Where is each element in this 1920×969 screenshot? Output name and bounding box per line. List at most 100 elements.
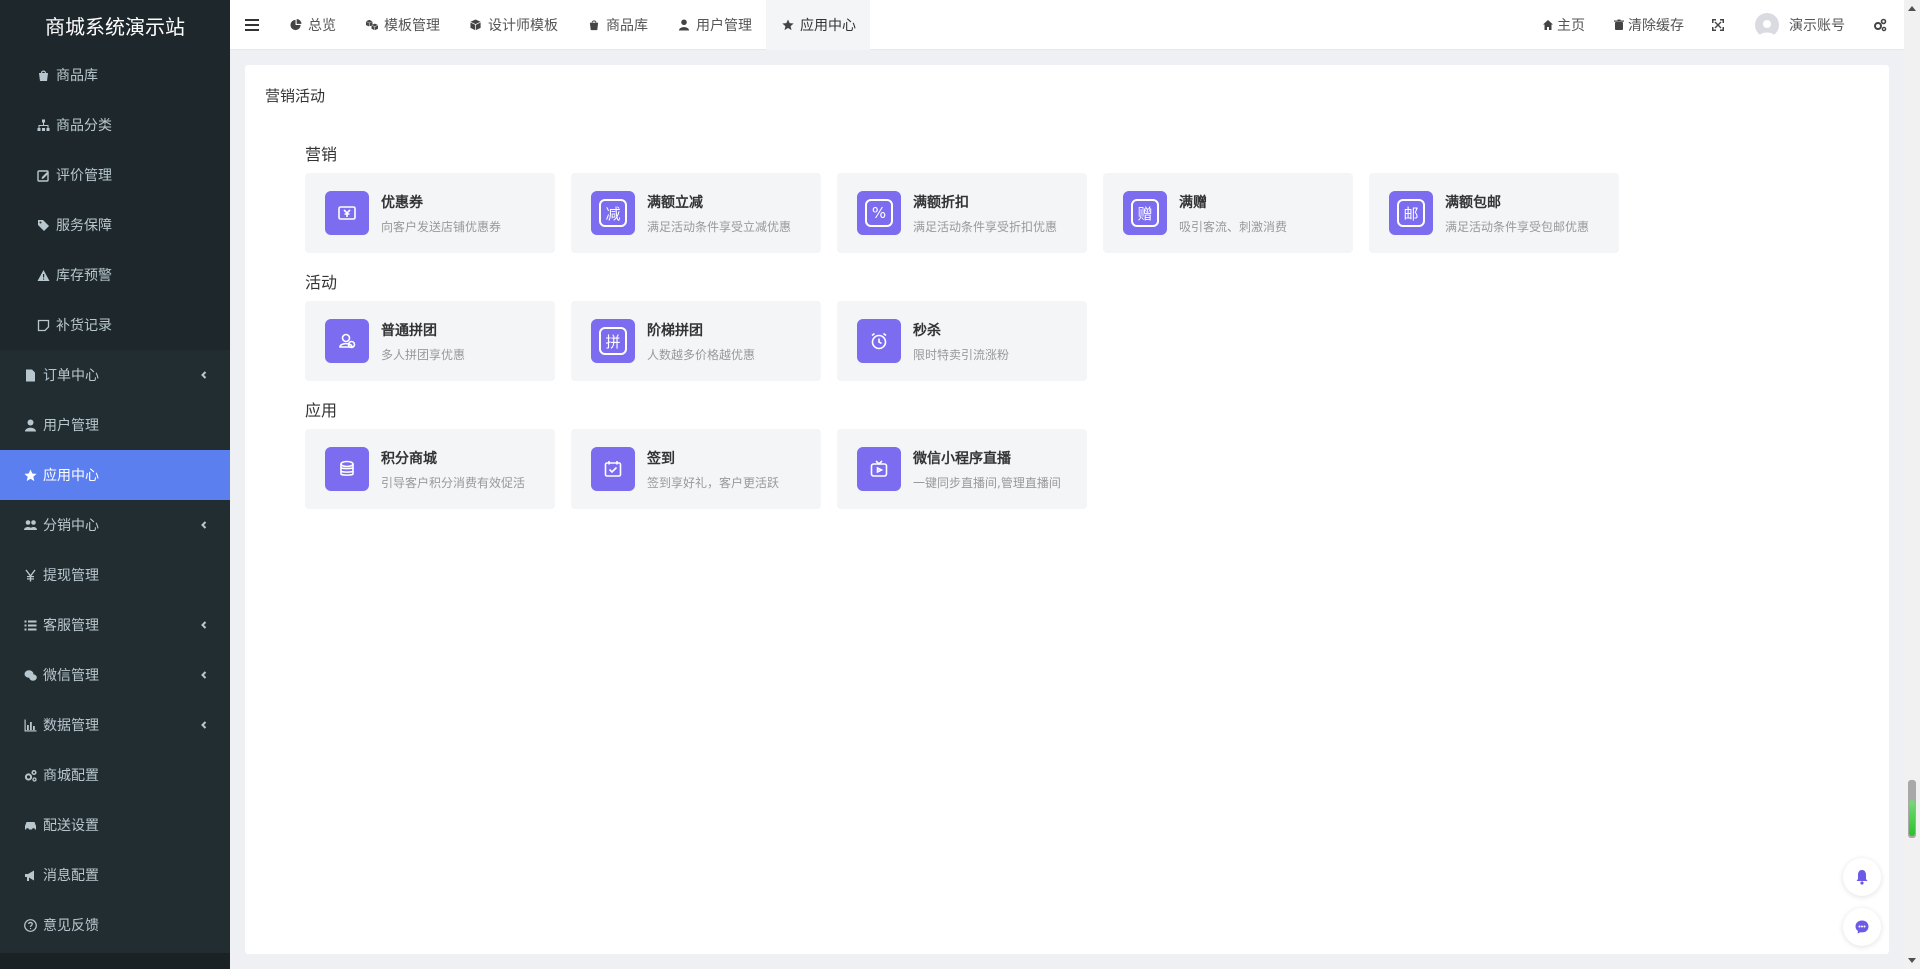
card-description: 满足活动条件享受立减优惠 bbox=[647, 219, 792, 234]
sidebar-item-label: 意见反馈 bbox=[43, 918, 99, 934]
sidebar-item-label: 分销中心 bbox=[43, 518, 99, 534]
tab-2[interactable]: 设计师模板 bbox=[454, 0, 572, 50]
menu-toggle-button[interactable] bbox=[230, 0, 274, 50]
ladder-group-icon: 拼 bbox=[591, 319, 635, 363]
card-title: 签到 bbox=[647, 450, 675, 467]
sidebar-item-3[interactable]: 服务保障 bbox=[0, 200, 230, 250]
sidebar-item-label: 库存预警 bbox=[56, 268, 112, 284]
card-description: 满足活动条件享受折扣优惠 bbox=[913, 219, 1058, 234]
app-card-0-3[interactable]: 赠满赠 吸引客流、刺激消费 bbox=[1103, 173, 1353, 253]
sidebar-item-label: 提现管理 bbox=[43, 568, 99, 584]
sidebar-item-11[interactable]: 客服管理 bbox=[0, 600, 230, 650]
sidebar-item-label: 数据管理 bbox=[43, 718, 99, 734]
sidebar-item-4[interactable]: 库存预警 bbox=[0, 250, 230, 300]
sidebar-item-14[interactable]: 商城配置 bbox=[0, 750, 230, 800]
chevron-left-icon bbox=[198, 369, 210, 381]
sidebar-item-15[interactable]: 配送设置 bbox=[0, 800, 230, 850]
checkin-icon bbox=[591, 447, 635, 491]
card-description: 吸引客流、刺激消费 bbox=[1179, 219, 1288, 234]
app-card-2-2[interactable]: 微信小程序直播 一键同步直播间,管理直播间 bbox=[837, 429, 1087, 509]
card-text: 微信小程序直播 一键同步直播间,管理直播间 bbox=[913, 448, 1061, 491]
card-description: 限时特卖引流涨粉 bbox=[913, 347, 1010, 362]
chart-icon bbox=[21, 716, 39, 734]
page-scrollbar[interactable] bbox=[1904, 0, 1920, 969]
sidebar-item-label: 补货记录 bbox=[56, 318, 112, 334]
app-card-2-1[interactable]: 签到签到享好礼，客户更活跃 bbox=[571, 429, 821, 509]
tab-0[interactable]: 总览 bbox=[274, 0, 350, 50]
card-title: 普通拼团 bbox=[381, 322, 437, 339]
chevron-left-icon bbox=[198, 719, 210, 731]
sidebar-nav: 商品库商品分类评价管理服务保障库存预警补货记录订单中心 用户管理 应用中心分销中心提… bbox=[0, 50, 230, 950]
app-card-0-1[interactable]: 减满额立减 满足活动条件享受立减优惠 bbox=[571, 173, 821, 253]
scroll-down-icon[interactable] bbox=[1908, 958, 1916, 963]
card-text: 阶梯拼团 人数越多价格越优惠 bbox=[647, 320, 755, 363]
app-card-1-2[interactable]: 秒杀 限时特卖引流涨粉 bbox=[837, 301, 1087, 381]
trash-icon bbox=[1614, 19, 1624, 30]
header-actions: 主页 清除缓存 演示账号 bbox=[1528, 0, 1904, 50]
home-link[interactable]: 主页 bbox=[1528, 0, 1599, 50]
sidebar-item-label: 评价管理 bbox=[56, 168, 112, 184]
account-menu[interactable]: 演示账号 bbox=[1741, 0, 1859, 50]
sidebar-item-16[interactable]: 消息配置 bbox=[0, 850, 230, 900]
tab-label: 应用中心 bbox=[800, 17, 856, 34]
card-description: 多人拼团享优惠 bbox=[381, 347, 466, 362]
tab-1[interactable]: 模板管理 bbox=[350, 0, 454, 50]
tab-5[interactable]: 应用中心 bbox=[766, 0, 870, 50]
tab-4[interactable]: 用户管理 bbox=[662, 0, 766, 50]
sidebar-item-9[interactable]: 分销中心 bbox=[0, 500, 230, 550]
notification-button[interactable] bbox=[1843, 858, 1881, 896]
home-icon bbox=[1543, 19, 1553, 30]
clear-cache-label: 清除缓存 bbox=[1628, 17, 1684, 34]
home-label: 主页 bbox=[1557, 17, 1585, 34]
sidebar-item-label: 客服管理 bbox=[43, 618, 99, 634]
note-icon bbox=[34, 316, 52, 334]
sidebar-item-6[interactable]: 订单中心 bbox=[0, 350, 230, 400]
sidebar-item-13[interactable]: 数据管理 bbox=[0, 700, 230, 750]
page-tabs: 总览 模板管理 设计师模板 商品库 用户管理 应用中心 bbox=[274, 0, 870, 50]
sidebar-item-label: 商品库 bbox=[56, 68, 98, 84]
card-description: 向客户发送店铺优惠券 bbox=[381, 219, 502, 234]
cubes-icon bbox=[364, 17, 380, 33]
user-icon bbox=[21, 416, 39, 434]
fullscreen-button[interactable] bbox=[1698, 0, 1741, 50]
percent-icon: % bbox=[857, 191, 901, 235]
scroll-up-icon[interactable] bbox=[1908, 6, 1916, 11]
star-icon bbox=[780, 17, 796, 33]
app-card-0-0[interactable]: 优惠券 向客户发送店铺优惠券 bbox=[305, 173, 555, 253]
settings-button[interactable] bbox=[1859, 0, 1904, 50]
tab-label: 用户管理 bbox=[696, 17, 752, 34]
sidebar-item-0[interactable]: 商品库 bbox=[0, 50, 230, 100]
cube-icon bbox=[468, 17, 484, 33]
sidebar-item-5[interactable]: 补货记录 bbox=[0, 300, 230, 350]
sidebar-item-17[interactable]: 意见反馈 bbox=[0, 900, 230, 950]
scroll-indicator bbox=[1909, 800, 1915, 836]
app-card-1-1[interactable]: 拼阶梯拼团 人数越多价格越优惠 bbox=[571, 301, 821, 381]
star-icon bbox=[21, 466, 39, 484]
sidebar-item-10[interactable]: 提现管理 bbox=[0, 550, 230, 600]
chat-button[interactable] bbox=[1843, 908, 1881, 946]
sitemap-icon bbox=[34, 116, 52, 134]
app-card-0-2[interactable]: % 满额折扣 满足活动条件享受折扣优惠 bbox=[837, 173, 1087, 253]
users-icon bbox=[21, 516, 39, 534]
card-title: 满额包邮 bbox=[1445, 194, 1501, 211]
sidebar-item-8[interactable]: 应用中心 bbox=[0, 450, 230, 500]
sidebar-item-2[interactable]: 评价管理 bbox=[0, 150, 230, 200]
clear-cache-button[interactable]: 清除缓存 bbox=[1599, 0, 1698, 50]
app-card-2-0[interactable]: 积分商城 引导客户积分消费有效促活 bbox=[305, 429, 555, 509]
card-title: 微信小程序直播 bbox=[913, 450, 1011, 467]
sidebar-item-7[interactable]: 用户管理 bbox=[0, 400, 230, 450]
sidebar-item-12[interactable]: 微信管理 bbox=[0, 650, 230, 700]
sidebar-item-label: 配送设置 bbox=[43, 818, 99, 834]
app-card-1-0[interactable]: 普通拼团多人拼团享优惠 bbox=[305, 301, 555, 381]
card-description: 签到享好礼，客户更活跃 bbox=[647, 475, 780, 490]
main-panel: 营销活动 营销 优惠券 向客户发送店铺优惠券减满额立减 满足活动条件享受立减优惠% 满额… bbox=[245, 65, 1889, 954]
list-icon bbox=[21, 616, 39, 634]
card-title: 阶梯拼团 bbox=[647, 322, 703, 339]
tab-3[interactable]: 商品库 bbox=[572, 0, 662, 50]
card-text: 满赠 吸引客流、刺激消费 bbox=[1179, 192, 1287, 235]
sidebar-item-1[interactable]: 商品分类 bbox=[0, 100, 230, 150]
app-card-0-4[interactable]: 邮满额包邮 满足活动条件享受包邮优惠 bbox=[1369, 173, 1619, 253]
section-title: 应用 bbox=[305, 401, 338, 420]
sidebar: 商城系统演示站 商品库 商品分类 评价管理 服务保障 库存预警 补货记录 订单中心 用户管理应… bbox=[0, 0, 230, 969]
bell-icon bbox=[1856, 870, 1868, 885]
